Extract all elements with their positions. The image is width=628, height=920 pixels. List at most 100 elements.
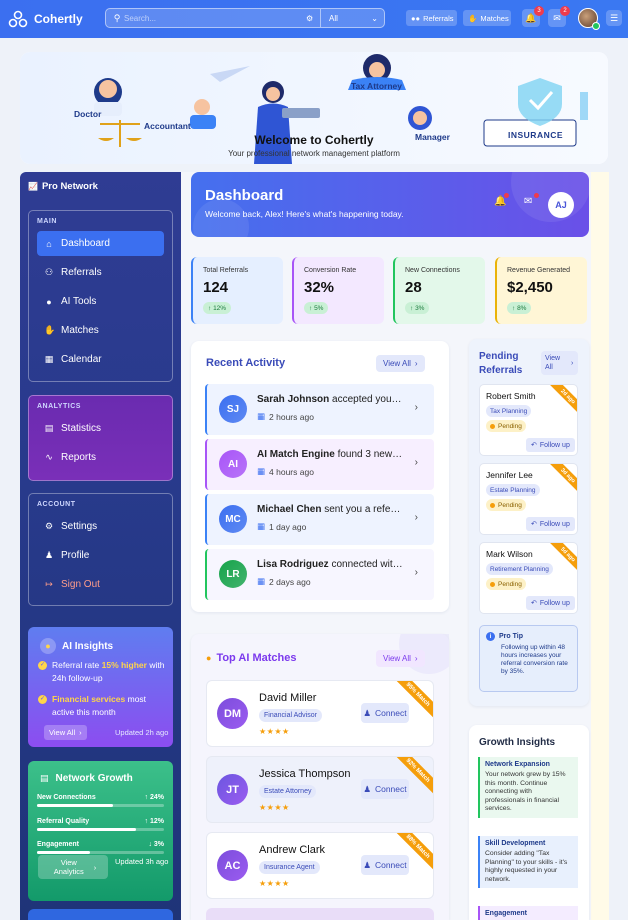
matches-nav-button[interactable]: ✋ Matches (463, 10, 511, 26)
referral-tag: Tax Planning (486, 405, 532, 417)
referrals-nav-button[interactable]: ●● Referrals (406, 10, 457, 26)
avatar: JT (217, 774, 248, 805)
activity-actor: AI Match Engine (257, 449, 335, 460)
connect-button[interactable]: ♟ Connect (361, 703, 409, 723)
insight-highlight: Financial services (52, 694, 126, 704)
status-badge: Pending (486, 499, 526, 511)
stat-change-badge: ↑ 12% (203, 302, 232, 314)
pro-tip-card: i Pro Tip Following up within 48 hours in… (479, 625, 578, 692)
activity-view-all-button[interactable]: View All › (376, 355, 425, 372)
match-card-partial (206, 908, 434, 920)
insight-text: Financial services most active this mont… (52, 693, 166, 719)
reply-icon: ↶ (531, 521, 537, 528)
search-filter-select[interactable]: All ⌄ (320, 9, 384, 27)
notifications-button[interactable]: 🔔 3 (522, 6, 544, 27)
growth-metric-change: ↑ 12% (144, 818, 164, 825)
sidebar-group-main: MAIN ⌂ Dashboard ⚇ Referrals ● AI Tools ✋ Ma… (28, 210, 173, 382)
sidebar-item-label: Dashboard (61, 238, 110, 249)
stat-label: Total Referrals (203, 267, 249, 274)
sidebar-item-dashboard[interactable]: ⌂ Dashboard (37, 231, 164, 256)
search-input[interactable] (124, 13, 306, 23)
users-icon: ⚇ (44, 267, 54, 277)
message-dot (534, 193, 539, 198)
sidebar-item-statistics[interactable]: ▤ Statistics (37, 416, 164, 441)
pro-tip-title: i Pro Tip (486, 632, 523, 641)
growth-insight-title: Engagement (485, 910, 528, 917)
sidebar-item-settings[interactable]: ⚙ Settings (37, 514, 164, 539)
activity-action: sent you a referral (321, 504, 403, 515)
view-all-label: View All (383, 359, 411, 368)
logo-icon (8, 10, 28, 28)
user-icon: ♟ (44, 550, 54, 560)
chevron-right-icon: › (414, 359, 418, 368)
growth-insight-item: Network Expansion Your network grew by 1… (478, 757, 578, 818)
insight-text-part: Referral rate (52, 660, 102, 670)
chart-line-icon: ∿ (45, 452, 53, 462)
pending-referrals-title: Pending Referrals (479, 351, 523, 376)
chart-bar-icon: ▤ (44, 423, 54, 433)
ai-insights-card: ● AI Insights ✓ Referral rate 15% higher… (28, 627, 173, 747)
sidebar-item-sign-out[interactable]: ↦ Sign Out (37, 572, 164, 597)
sidebar-title-text: Pro Network (41, 181, 98, 192)
view-all-label: View All (383, 654, 411, 663)
users-icon: ●● (411, 13, 421, 23)
activity-time: ▦ 2 hours ago (257, 411, 314, 422)
match-name: Andrew Clark (259, 844, 326, 856)
insights-view-all-button[interactable]: View All › (44, 725, 87, 740)
match-role-tag: Financial Advisor (259, 709, 322, 722)
activity-item[interactable]: AI AI Match Engine found 3 new matches ▦… (205, 439, 434, 490)
filter-icon[interactable]: ⚙ (306, 14, 320, 23)
chart-bar-icon: ▤ (40, 773, 49, 783)
activity-item[interactable]: MC Michael Chen sent you a referral ▦ 1 d… (205, 494, 434, 545)
messages-button[interactable]: ✉ 2 (548, 6, 570, 27)
growth-metric: New Connections ↑ 24% (37, 794, 164, 807)
stat-card: Total Referrals 124 ↑ 12% (191, 257, 283, 324)
insights-updated: Updated 2h ago (115, 728, 169, 737)
referral-name: Mark Wilson (486, 549, 533, 559)
follow-up-label: Follow up (539, 520, 570, 528)
follow-up-button[interactable]: ↶ Follow up (526, 438, 575, 452)
activity-item[interactable]: SJ Sarah Johnson accepted your referral … (205, 384, 434, 435)
sidebar-item-profile[interactable]: ♟ Profile (37, 543, 164, 568)
view-analytics-button[interactable]: View Analytics › (38, 855, 108, 879)
envelope-icon[interactable]: ✉ (524, 196, 532, 207)
matches-view-all-button[interactable]: View All › (376, 650, 425, 667)
brand[interactable]: Cohertly (8, 9, 105, 29)
growth-metric-bar (37, 804, 164, 807)
growth-metric-fill (37, 804, 114, 807)
user-avatar[interactable] (578, 8, 600, 30)
search-bar: ⚲ ⚙ All ⌄ (105, 8, 385, 28)
handshake-icon: ✋ (468, 13, 478, 23)
sidebar-title: 📈 Pro Network (28, 181, 98, 192)
rating-stars: ★★★★ (259, 727, 290, 736)
activity-time-text: 2 days ago (269, 576, 311, 587)
calendar-icon: ▦ (44, 354, 54, 364)
pending-referral-card: Mark Wilson Retirement Planning Pending … (479, 542, 578, 614)
activity-item[interactable]: LR Lisa Rodriguez connected with you ▦2 … (205, 549, 434, 600)
pending-referral-card: Robert Smith Tax Planning Pending ↶ Follo… (479, 384, 578, 456)
pending-view-all-button[interactable]: View All › (541, 351, 578, 375)
chevron-down-icon: ⌄ (371, 13, 378, 23)
sidebar-item-calendar[interactable]: ▦ Calendar (37, 347, 164, 372)
network-growth-card: ▤ Network Growth New Connections ↑ 24% Re… (28, 761, 173, 901)
follow-up-button[interactable]: ↶ Follow up (526, 517, 575, 531)
sidebar-item-ai-tools[interactable]: ● AI Tools (37, 289, 164, 314)
sidebar-item-matches[interactable]: ✋ Matches (37, 318, 164, 343)
follow-up-button[interactable]: ↶ Follow up (526, 596, 575, 610)
sidebar-item-reports[interactable]: ∿ Reports (37, 445, 164, 470)
growth-metric-bar (37, 851, 164, 854)
menu-button[interactable]: ☰ (606, 10, 622, 26)
network-growth-title: ▤ Network Growth (40, 773, 133, 784)
sidebar-group-title: ACCOUNT (37, 501, 76, 508)
match-name: David Miller (259, 692, 317, 704)
lightbulb-icon: ● (206, 653, 212, 663)
user-plus-icon: ♟ (363, 707, 371, 718)
connect-button[interactable]: ♟ Connect (361, 779, 409, 799)
sidebar-item-referrals[interactable]: ⚇ Referrals (37, 260, 164, 285)
avatar[interactable]: AJ (548, 192, 574, 218)
gear-icon: ⚙ (44, 521, 54, 531)
connect-button[interactable]: ♟ Connect (361, 855, 409, 875)
follow-up-label: Follow up (539, 441, 570, 449)
activity-action: connected with you (331, 559, 403, 570)
top-ai-matches-title-text: Top AI Matches (216, 652, 297, 664)
